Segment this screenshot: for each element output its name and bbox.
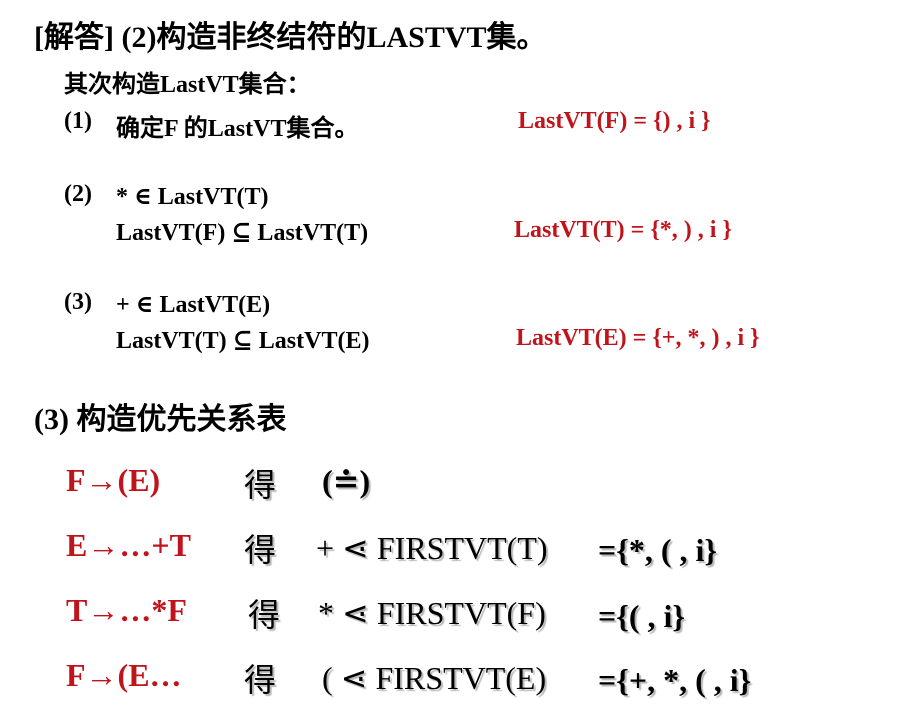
rule-2-set: ={*, ( , i} [598,532,717,568]
rule-1-de: 得 [244,467,277,503]
rule-3-production: T→…*F [66,592,187,628]
rule-4-production: F→(E… [66,657,182,693]
rule-4-de: 得 [244,662,277,698]
rule-2-production: E→…+T [66,527,191,563]
rule-2-relation: + ⋖ FIRSTVT(T) [316,530,548,566]
rule-1-production: F→(E) [66,462,161,498]
step-2-line-2: LastVT(F) ⊆ LastVT(T) [116,220,369,246]
rule-4-set: ={+, *, ( , i} [598,662,752,698]
step-3-line-2: LastVT(T) ⊆ LastVT(E) [116,328,370,354]
step-3-line-1: + ∈ LastVT(E) [116,292,271,318]
rule-3-set: ={( , i} [598,598,685,634]
step-3-result: LastVT(E) = {+, *, ) , i } [516,325,760,351]
rule-2-de: 得 [244,532,277,568]
step-1-line-1: 确定F 的LastVT集合。 [116,116,359,142]
rule-3-de: 得 [248,597,281,633]
intro-text: 其次构造LastVT集合： [64,72,311,98]
step-2-number: (2) [64,181,92,207]
step-2-line-1: * ∈ LastVT(T) [116,184,269,210]
step-3-number: (3) [64,289,92,315]
section-heading: (3) 构造优先关系表 [34,403,287,436]
rule-4-relation: ( ⋖ FIRSTVT(E) [322,660,547,696]
page-title: [解答] (2)构造非终结符的LASTVT集。 [34,21,547,54]
step-1-result: LastVT(F) = {) , i } [518,108,711,134]
step-1-number: (1) [64,108,92,134]
rule-1-relation: (≐) [322,463,371,499]
step-2-result: LastVT(T) = {*, ) , i } [514,217,732,243]
rule-3-relation: * ⋖ FIRSTVT(F) [318,595,546,631]
